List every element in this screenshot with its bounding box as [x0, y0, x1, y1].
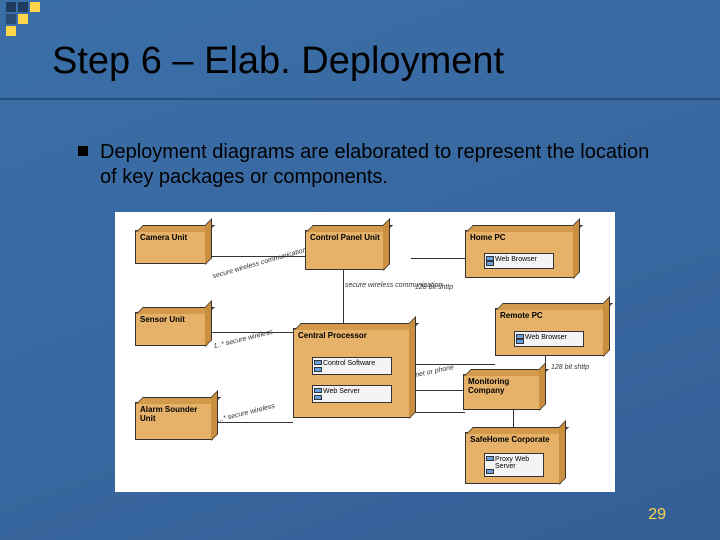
diagram-node-sensor: Sensor Unit — [135, 312, 207, 346]
diagram-node-title: Monitoring Company — [464, 375, 540, 399]
diagram-component: Proxy Web Server — [484, 453, 544, 477]
diagram-edge-label: 128 bit shttp — [415, 284, 453, 291]
bullet-square-icon — [78, 146, 88, 156]
diagram-edge — [411, 390, 463, 391]
diagram-node-camera: Camera Unit — [135, 230, 207, 264]
diagram-edge — [411, 258, 465, 259]
diagram-edge-label: net or phone — [415, 364, 455, 379]
bullet-text: Deployment diagrams are elaborated to re… — [100, 140, 660, 190]
diagram-component: Web Server — [312, 385, 392, 403]
diagram-edge — [411, 412, 465, 413]
diagram-edge — [343, 270, 344, 328]
title-underline — [0, 98, 720, 100]
diagram-node-title: Sensor Unit — [136, 313, 206, 328]
decor-square — [18, 14, 28, 24]
diagram-node-title: Home PC — [466, 231, 574, 246]
decor-square — [6, 26, 16, 36]
diagram-node-monitoring: Monitoring Company — [463, 374, 541, 410]
diagram-node-title: Central Processor — [294, 329, 410, 344]
slide-title: Step 6 – Elab. Deployment — [52, 40, 504, 83]
diagram-node-central: Central Processor Control Software Web Ser… — [293, 328, 411, 418]
diagram-component: Control Software — [312, 357, 392, 375]
diagram-node-title: Control Panel Unit — [306, 231, 384, 246]
diagram-edge-label: secure wireless communication — [212, 247, 308, 281]
diagram-node-home_pc: Home PC Web Browser — [465, 230, 575, 278]
diagram-node-title: SafeHome Corporate — [466, 433, 560, 448]
diagram-node-control_panel: Control Panel Unit — [305, 230, 385, 270]
slide: Step 6 – Elab. Deployment Deployment dia… — [0, 0, 720, 540]
diagram-component: Web Browser — [514, 331, 584, 347]
diagram-node-title: Remote PC — [496, 309, 604, 324]
decor-square — [30, 2, 40, 12]
page-number: 29 — [648, 506, 666, 524]
diagram-node-remote_pc: Remote PC Web Browser — [495, 308, 605, 356]
bullet-item: Deployment diagrams are elaborated to re… — [78, 140, 660, 190]
diagram-node-alarm: Alarm Sounder Unit — [135, 402, 213, 440]
deployment-diagram: secure wireless communicationsecure wire… — [115, 212, 615, 492]
diagram-node-title: Alarm Sounder Unit — [136, 403, 212, 427]
diagram-node-title: Camera Unit — [136, 231, 206, 246]
diagram-component: Web Browser — [484, 253, 554, 269]
decor-square — [18, 2, 28, 12]
decor-square — [6, 2, 16, 12]
diagram-edge-label: 128 bit shttp — [551, 364, 589, 371]
diagram-edge — [207, 332, 293, 333]
diagram-node-safehome: SafeHome Corporate Proxy Web Server — [465, 432, 561, 484]
decor-square — [6, 14, 16, 24]
